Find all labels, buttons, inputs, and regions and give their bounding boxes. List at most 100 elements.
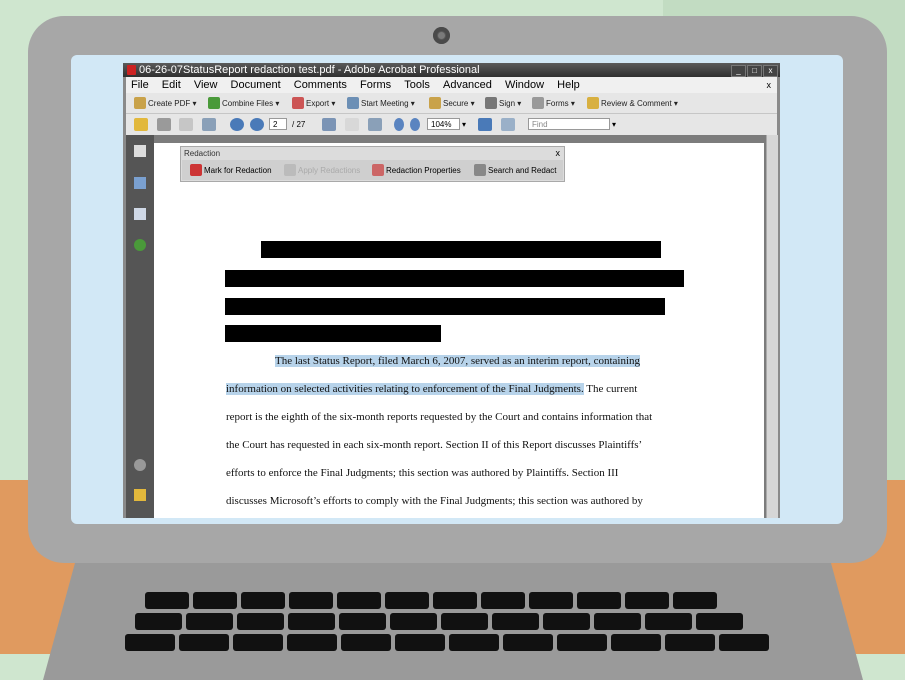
window-title: 06-26-07StatusReport redaction test.pdf … [139,64,480,76]
layers-icon[interactable] [134,239,146,251]
start-meeting-button[interactable]: Start Meeting ▾ [347,97,415,110]
keyboard-key [645,613,692,630]
pen-icon [485,97,497,109]
review-comment-button[interactable]: Review & Comment ▾ [587,97,678,110]
acrobat-app-icon [127,65,136,75]
redaction-mark[interactable] [225,298,665,315]
keyboard-key [237,613,284,630]
keyboard-key [145,592,189,609]
search-and-redact-button[interactable]: Search and Redact [474,164,557,177]
bookmarks-icon[interactable] [134,177,146,189]
page-total: / 27 [292,120,306,129]
redaction-mark[interactable] [225,325,441,342]
export-label: Export ▾ [306,99,336,108]
keyboard-key [481,592,525,609]
redaction-properties-label: Redaction Properties [386,166,461,175]
signatures-icon[interactable] [134,208,146,220]
menu-forms[interactable]: Forms [360,79,391,91]
next-page-icon[interactable] [250,118,264,131]
create-pdf-button[interactable]: Create PDF ▾ [134,97,196,110]
minimize-button[interactable]: _ [731,65,746,77]
open-folder-icon[interactable] [134,118,148,131]
close-redaction-toolbar-button[interactable]: x [556,148,561,158]
secure-button[interactable]: Secure ▾ [429,97,475,110]
maximize-button[interactable]: □ [747,65,762,77]
menu-document[interactable]: Document [231,79,281,91]
keyboard-key [665,634,715,651]
redaction-mark[interactable] [225,270,684,287]
pages-icon[interactable] [134,145,146,157]
email-icon[interactable] [202,118,216,131]
print-icon[interactable] [157,118,171,131]
form-icon [532,97,544,109]
keyboard-key [492,613,539,630]
keyboard-key [289,592,333,609]
forms-label: Forms ▾ [546,99,575,108]
document-text-line: The last Status Report, filed March 6, 2… [275,354,641,368]
redaction-buttons: Mark for Redaction Apply Redactions Reda… [182,160,563,180]
menu-help[interactable]: Help [557,79,580,91]
redaction-toolbar: Redaction x Mark for Redaction Apply Red… [180,146,565,182]
keyboard-key [625,592,669,609]
vertical-scrollbar[interactable] [766,135,778,518]
keyboard-key [186,613,233,630]
redaction-mark[interactable] [261,241,661,258]
export-button[interactable]: Export ▾ [292,97,335,110]
find-dropdown-icon[interactable]: ▾ [612,118,616,131]
keyboard-key [287,634,337,651]
menu-tools[interactable]: Tools [404,79,430,91]
keyboard-key [543,613,590,630]
close-document-button[interactable]: x [767,77,772,93]
menu-edit[interactable]: Edit [162,79,181,91]
comment-icon [587,97,599,109]
apply-redactions-button[interactable]: Apply Redactions [284,164,360,177]
review-comment-label: Review & Comment ▾ [601,99,678,108]
keyboard-key [441,613,488,630]
combine-files-label: Combine Files ▾ [222,99,280,108]
mark-for-redaction-label: Mark for Redaction [204,166,272,175]
zoom-tool-icon[interactable] [368,118,382,131]
hand-tool-icon[interactable] [345,118,359,131]
zoom-out-icon[interactable] [394,118,404,131]
apply-redactions-icon [284,164,296,176]
sign-button[interactable]: Sign ▾ [485,97,521,110]
title-bar[interactable]: 06-26-07StatusReport redaction test.pdf … [123,63,780,77]
close-window-button[interactable]: x [763,65,778,77]
attachments-icon[interactable] [134,459,146,471]
tasks-toolbar: Create PDF ▾ Combine Files ▾ Export ▾ St… [126,93,777,114]
keyboard-key [719,634,769,651]
document-text-line: report is the eighth of the six-month re… [226,411,653,423]
mark-for-redaction-button[interactable]: Mark for Redaction [190,164,272,177]
menu-window[interactable]: Window [505,79,544,91]
search-and-redact-label: Search and Redact [488,166,557,175]
keyboard-key [503,634,553,651]
redaction-properties-button[interactable]: Redaction Properties [372,164,461,177]
keyboard-key [577,592,621,609]
zoom-dropdown-icon[interactable]: ▾ [462,118,466,131]
secure-label: Secure ▾ [443,99,475,108]
zoom-level-field[interactable]: 104% [427,118,460,130]
forms-button[interactable]: Forms ▾ [532,97,575,110]
keyboard-key [233,634,283,651]
comments-icon[interactable] [134,489,146,501]
select-tool-icon[interactable] [322,118,336,131]
find-input[interactable]: Find [528,118,610,130]
acrobat-window: 06-26-07StatusReport redaction test.pdf … [123,63,780,518]
menu-file[interactable]: File [131,79,149,91]
keyboard-key [433,592,477,609]
single-page-icon[interactable] [478,118,492,131]
menu-view[interactable]: View [194,79,218,91]
combine-files-button[interactable]: Combine Files ▾ [208,97,279,110]
menu-advanced[interactable]: Advanced [443,79,492,91]
zoom-in-icon[interactable] [410,118,420,131]
menu-comments[interactable]: Comments [294,79,347,91]
combine-files-icon [208,97,220,109]
meeting-icon [347,97,359,109]
save-icon[interactable] [179,118,193,131]
selected-text: information on selected activities relat… [226,383,584,395]
keyboard-key [557,634,607,651]
fit-page-icon[interactable] [501,118,515,131]
page-number-input[interactable]: 2 [269,118,287,130]
previous-page-icon[interactable] [230,118,244,131]
document-text-line: efforts to enforce the Final Judgments; … [226,467,619,479]
